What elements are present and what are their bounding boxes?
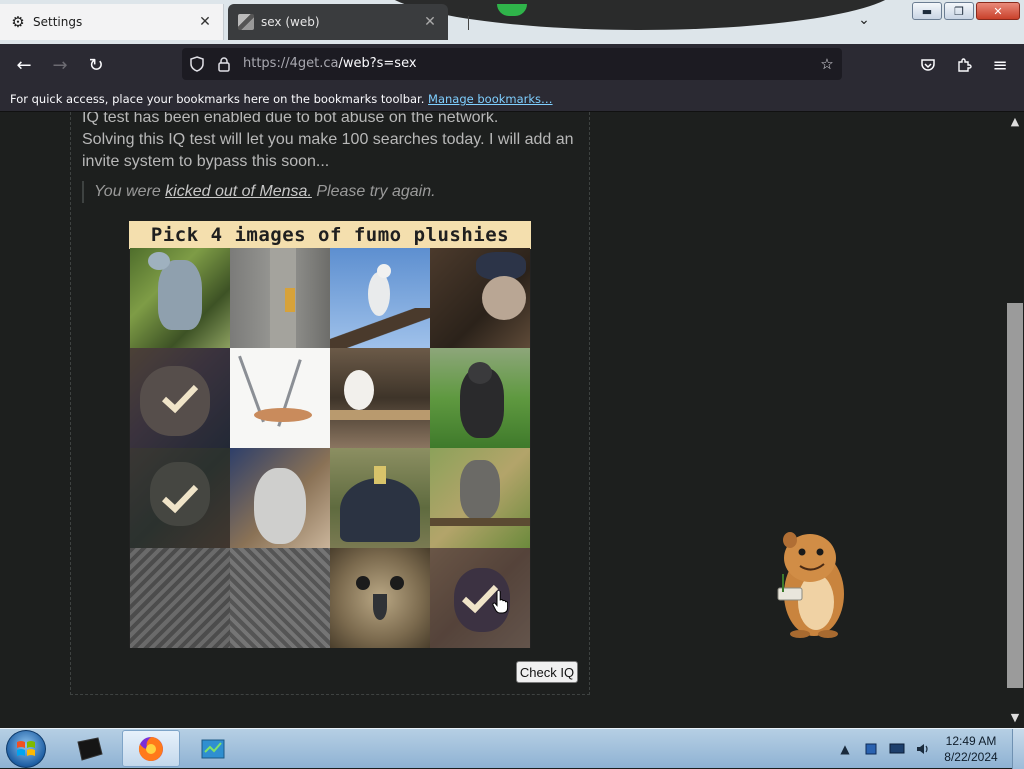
captcha-title: Pick 4 images of fumo plushies: [129, 221, 531, 249]
notice-line-2: Solving this IQ test will let you make 1…: [82, 131, 574, 170]
selected-check-overlay: [130, 348, 230, 448]
show-desktop-button[interactable]: [1012, 729, 1024, 769]
captcha-image-dark-bird-closeup[interactable]: [430, 248, 530, 348]
close-tab-icon[interactable]: ✕: [420, 14, 440, 30]
captcha-image-hawk-face[interactable]: [330, 548, 430, 648]
menu-hamburger-icon[interactable]: ≡: [986, 52, 1014, 78]
gear-icon: ⚙: [11, 13, 25, 31]
pocket-icon[interactable]: [914, 52, 942, 78]
black-box-app-icon: [77, 736, 103, 761]
checkmark-icon: [161, 484, 199, 514]
captcha-image-egret-on-branch[interactable]: [330, 248, 430, 348]
hand-pointer-cursor-icon: [492, 591, 508, 614]
system-tray: ▲ 12:49 AM 8/22/2024: [832, 729, 1024, 769]
quote-prefix: You were: [94, 183, 166, 200]
close-tab-icon[interactable]: ✕: [195, 14, 215, 30]
selected-check-overlay: [430, 548, 530, 648]
tab-settings[interactable]: ⚙ Settings ✕: [0, 4, 224, 40]
captcha-grid: [130, 248, 530, 648]
network-monitor-icon[interactable]: [887, 739, 907, 759]
captcha-image-owl-feathers-1[interactable]: [130, 548, 230, 648]
captcha-image-bird-wing-closeup[interactable]: [230, 448, 330, 548]
kicked-out-of-mensa-link[interactable]: kicked out of Mensa.: [165, 183, 312, 200]
firefox-icon: [138, 736, 163, 761]
bookmarks-hint: For quick access, place your bookmarks h…: [10, 92, 425, 106]
clock-time: 12:49 AM: [945, 734, 997, 748]
minimize-button[interactable]: ▬: [912, 2, 942, 20]
reload-icon[interactable]: ↻: [82, 52, 110, 78]
taskbar-firefox[interactable]: [122, 730, 180, 767]
tab-web-search[interactable]: sex (web) ✕: [228, 4, 448, 40]
extensions-puzzle-icon[interactable]: [950, 52, 978, 78]
lock-icon[interactable]: [215, 55, 233, 73]
back-arrow-icon[interactable]: ←: [10, 52, 38, 78]
image-captcha: Pick 4 images of fumo plushies: [129, 221, 531, 648]
captcha-image-fumo-plush-2[interactable]: [130, 448, 230, 548]
scroll-up-arrow-icon[interactable]: ▲: [1009, 116, 1021, 128]
tab-label: sex (web): [261, 15, 320, 29]
address-bar[interactable]: https://4get.ca/web?s=sex ☆: [182, 48, 842, 80]
manage-bookmarks-link[interactable]: Manage bookmarks…: [428, 92, 553, 106]
checkmark-icon: [161, 384, 199, 414]
list-all-tabs-chevron-icon[interactable]: ⌄: [852, 12, 876, 32]
captcha-image-eagle-on-grass[interactable]: [430, 348, 530, 448]
action-center-flag-icon[interactable]: [861, 739, 881, 759]
captcha-image-fumo-plush-1[interactable]: [130, 348, 230, 448]
captcha-image-heron-sketch[interactable]: [230, 348, 330, 448]
captcha-image-harpy-eagle-branch[interactable]: [430, 448, 530, 548]
url-text[interactable]: https://4get.ca/web?s=sex: [243, 56, 417, 71]
navigation-toolbar: ← → ↻ https://4get.ca/web?s=sex ☆ ≡: [0, 44, 1024, 86]
hamster-mascot-icon: [777, 532, 844, 638]
check-iq-button[interactable]: Check IQ: [516, 661, 578, 683]
start-button[interactable]: [6, 730, 46, 768]
desktop-wallpaper-curve: [380, 0, 900, 30]
windows-logo-icon: [17, 741, 35, 756]
captcha-image-snowy-owl-shelf[interactable]: [330, 348, 430, 448]
tracking-shield-icon[interactable]: [188, 55, 206, 73]
window-controls: ▬ ❐ ✕: [912, 2, 1020, 20]
site-favicon-icon: [238, 14, 254, 30]
selected-check-overlay: [130, 448, 230, 548]
bookmarks-toolbar: For quick access, place your bookmarks h…: [0, 86, 1024, 112]
show-hidden-icons-arrow-icon[interactable]: ▲: [835, 739, 855, 759]
scrollbar-thumb[interactable]: [1007, 303, 1023, 688]
captcha-image-owl-feathers-2[interactable]: [230, 548, 330, 648]
failure-quote: You were kicked out of Mensa. Please try…: [82, 181, 436, 203]
vertical-scrollbar[interactable]: ▲ ▼: [1006, 112, 1024, 728]
volume-speaker-icon[interactable]: [913, 739, 933, 759]
taskbar-task-manager[interactable]: [184, 730, 242, 767]
quote-suffix: Please try again.: [311, 183, 436, 200]
tab-divider: [468, 16, 469, 30]
page-content: IQ test has been enabled due to bot abus…: [0, 112, 1006, 728]
url-host: https://4get.ca: [243, 56, 339, 71]
bookmark-star-icon[interactable]: ☆: [818, 55, 836, 73]
captcha-image-heron-grass[interactable]: [130, 248, 230, 348]
taskbar-terminal-app[interactable]: [60, 730, 118, 767]
captcha-image-bird-behind-post[interactable]: [230, 248, 330, 348]
url-path: /web?s=sex: [338, 56, 417, 71]
windows-taskbar: ▲ 12:49 AM 8/22/2024: [0, 728, 1024, 769]
system-clock[interactable]: 12:49 AM 8/22/2024: [936, 733, 1006, 765]
close-window-button[interactable]: ✕: [976, 2, 1020, 20]
restore-button[interactable]: ❐: [944, 2, 974, 20]
tab-label: Settings: [33, 15, 83, 29]
notice-line-1: IQ test has been enabled due to bot abus…: [82, 112, 499, 126]
tab-strip: ⚙ Settings ✕ sex (web) ✕ ⌄ ▬ ❐ ✕: [0, 0, 1024, 44]
iq-test-notice: IQ test has been enabled due to bot abus…: [82, 112, 582, 173]
captcha-image-vulture-back[interactable]: [330, 448, 430, 548]
clock-date: 8/22/2024: [944, 750, 998, 764]
captcha-image-fumo-plush-3[interactable]: [430, 548, 530, 648]
forward-arrow-icon[interactable]: →: [46, 52, 74, 78]
task-manager-icon: [201, 739, 225, 758]
scroll-down-arrow-icon[interactable]: ▼: [1009, 712, 1021, 724]
